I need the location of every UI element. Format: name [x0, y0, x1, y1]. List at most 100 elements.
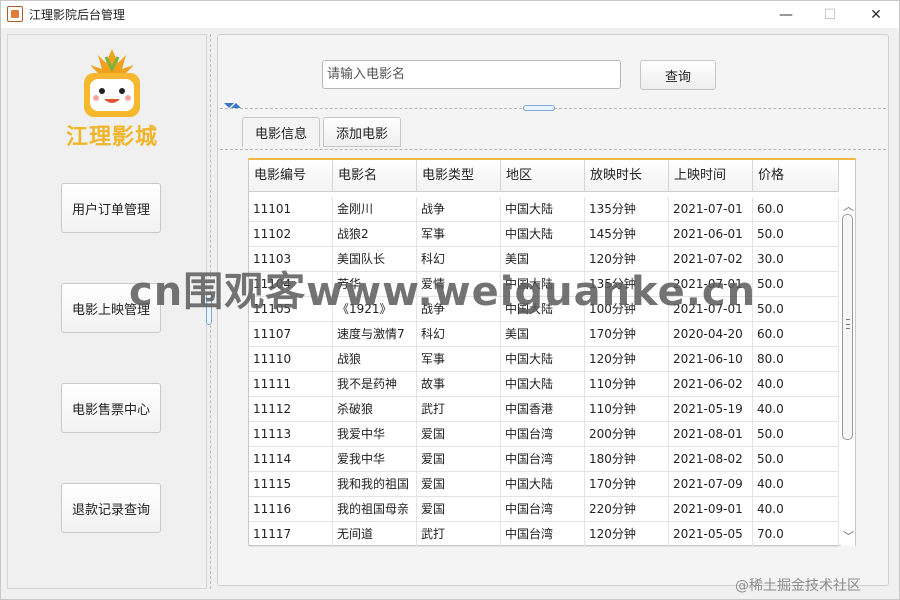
table-cell[interactable]: 40.0	[753, 497, 839, 522]
table-cell[interactable]: 爱国	[417, 422, 501, 447]
table-cell[interactable]: 11112	[249, 397, 333, 422]
table-cell[interactable]: 战狼2	[333, 222, 417, 247]
scroll-thumb[interactable]	[842, 214, 853, 440]
table-cell[interactable]: 50.0	[753, 297, 839, 322]
table-cell[interactable]: 中国大陆	[501, 222, 585, 247]
table-cell[interactable]: 40.0	[753, 397, 839, 422]
table-cell[interactable]: 11113	[249, 422, 333, 447]
table-cell[interactable]: 武打	[417, 522, 501, 547]
vertical-scrollbar[interactable]: ︿ ﹀	[841, 196, 855, 546]
table-cell[interactable]: 中国大陆	[501, 347, 585, 372]
table-row[interactable]: 11117 无间道 武打 中国台湾 120分钟 2021-05-05 70.0	[249, 522, 839, 547]
table-row[interactable]: 11116 我的祖国母亲 爱国 中国台湾 220分钟 2021-09-01 40.0	[249, 497, 839, 522]
table-cell[interactable]: 70.0	[753, 522, 839, 547]
table-cell[interactable]: 战争	[417, 197, 501, 222]
table-cell[interactable]: 中国台湾	[501, 497, 585, 522]
table-row[interactable]: 11112 杀破狼 武打 中国香港 110分钟 2021-05-19 40.0	[249, 397, 839, 422]
table-cell[interactable]: 11111	[249, 372, 333, 397]
table-cell[interactable]: 我不是药神	[333, 372, 417, 397]
table-cell[interactable]: 60.0	[753, 322, 839, 347]
table-cell[interactable]: 故事	[417, 372, 501, 397]
table-cell[interactable]: 中国香港	[501, 397, 585, 422]
table-cell[interactable]: 我爱中华	[333, 422, 417, 447]
table-cell[interactable]: 11110	[249, 347, 333, 372]
table-cell[interactable]: 11114	[249, 447, 333, 472]
table-cell[interactable]: 220分钟	[585, 497, 669, 522]
table-cell[interactable]: 军事	[417, 347, 501, 372]
table-cell[interactable]: 180分钟	[585, 447, 669, 472]
table-cell[interactable]: 145分钟	[585, 222, 669, 247]
table-cell[interactable]: 110分钟	[585, 397, 669, 422]
close-button[interactable]: ✕	[853, 1, 899, 28]
refund-records-button[interactable]: 退款记录查询	[61, 483, 161, 533]
column-header[interactable]: 价格	[753, 160, 839, 192]
column-header[interactable]: 电影编号	[249, 160, 333, 192]
table-cell[interactable]: 我的祖国母亲	[333, 497, 417, 522]
table-cell[interactable]: 40.0	[753, 472, 839, 497]
table-cell[interactable]: 武打	[417, 397, 501, 422]
user-orders-button[interactable]: 用户订单管理	[61, 183, 161, 233]
tab-movie-info[interactable]: 电影信息	[242, 117, 320, 147]
table-cell[interactable]: 2021-07-01	[669, 197, 753, 222]
table-row[interactable]: 11110 战狼 军事 中国大陆 120分钟 2021-06-10 80.0	[249, 347, 839, 372]
column-header[interactable]: 电影类型	[417, 160, 501, 192]
table-cell[interactable]: 40.0	[753, 372, 839, 397]
table-cell[interactable]: 中国大陆	[501, 372, 585, 397]
table-cell[interactable]: 2021-05-05	[669, 522, 753, 547]
table-row[interactable]: 11114 爱我中华 爱国 中国台湾 180分钟 2021-08-02 50.0	[249, 447, 839, 472]
table-cell[interactable]: 11101	[249, 197, 333, 222]
table-cell[interactable]: 无间道	[333, 522, 417, 547]
table-cell[interactable]: 科幻	[417, 322, 501, 347]
scroll-up-icon[interactable]: ︿	[843, 198, 854, 214]
table-cell[interactable]: 11117	[249, 522, 333, 547]
table-cell[interactable]: 110分钟	[585, 372, 669, 397]
table-cell[interactable]: 中国大陆	[501, 472, 585, 497]
table-row[interactable]: 11102 战狼2 军事 中国大陆 145分钟 2021-06-01 50.0	[249, 222, 839, 247]
table-cell[interactable]: 11107	[249, 322, 333, 347]
scroll-down-icon[interactable]: ﹀	[843, 528, 854, 544]
table-cell[interactable]: 2021-09-01	[669, 497, 753, 522]
table-cell[interactable]: 2021-06-01	[669, 222, 753, 247]
column-header[interactable]: 上映时间	[669, 160, 753, 192]
movie-search-input[interactable]	[322, 60, 621, 89]
table-cell[interactable]: 11116	[249, 497, 333, 522]
table-cell[interactable]: 170分钟	[585, 322, 669, 347]
horizontal-splitter-handle[interactable]	[523, 105, 555, 111]
minimize-button[interactable]: —	[763, 1, 809, 28]
table-cell[interactable]: 50.0	[753, 447, 839, 472]
table-cell[interactable]: 我和我的祖国	[333, 472, 417, 497]
table-cell[interactable]: 2021-08-01	[669, 422, 753, 447]
table-row[interactable]: 11115 我和我的祖国 爱国 中国大陆 170分钟 2021-07-09 40.0	[249, 472, 839, 497]
title-bar[interactable]: 江理影院后台管理 — ☐ ✕	[1, 1, 899, 28]
table-cell[interactable]: 军事	[417, 222, 501, 247]
table-cell[interactable]: 60.0	[753, 197, 839, 222]
table-cell[interactable]: 2021-06-02	[669, 372, 753, 397]
table-cell[interactable]: 2021-06-10	[669, 347, 753, 372]
table-cell[interactable]: 中国台湾	[501, 447, 585, 472]
table-cell[interactable]: 2021-07-09	[669, 472, 753, 497]
column-header[interactable]: 放映时长	[585, 160, 669, 192]
table-cell[interactable]: 135分钟	[585, 197, 669, 222]
tab-add-movie[interactable]: 添加电影	[323, 117, 401, 147]
column-header[interactable]: 电影名	[333, 160, 417, 192]
table-cell[interactable]: 11102	[249, 222, 333, 247]
table-cell[interactable]: 2021-05-19	[669, 397, 753, 422]
table-cell[interactable]: 170分钟	[585, 472, 669, 497]
table-cell[interactable]: 中国台湾	[501, 522, 585, 547]
table-cell[interactable]: 速度与激情7	[333, 322, 417, 347]
table-cell[interactable]: 2021-08-02	[669, 447, 753, 472]
table-cell[interactable]: 50.0	[753, 422, 839, 447]
collapse-up-icon[interactable]	[231, 103, 241, 108]
table-cell[interactable]: 50.0	[753, 272, 839, 297]
table-cell[interactable]: 爱我中华	[333, 447, 417, 472]
table-cell[interactable]: 120分钟	[585, 347, 669, 372]
table-cell[interactable]: 爱国	[417, 497, 501, 522]
table-cell[interactable]: 50.0	[753, 222, 839, 247]
maximize-button[interactable]: ☐	[807, 1, 853, 28]
table-cell[interactable]: 杀破狼	[333, 397, 417, 422]
table-row[interactable]: 11113 我爱中华 爱国 中国台湾 200分钟 2021-08-01 50.0	[249, 422, 839, 447]
table-cell[interactable]: 中国大陆	[501, 197, 585, 222]
table-cell[interactable]: 美国	[501, 322, 585, 347]
table-cell[interactable]: 200分钟	[585, 422, 669, 447]
table-cell[interactable]: 11115	[249, 472, 333, 497]
